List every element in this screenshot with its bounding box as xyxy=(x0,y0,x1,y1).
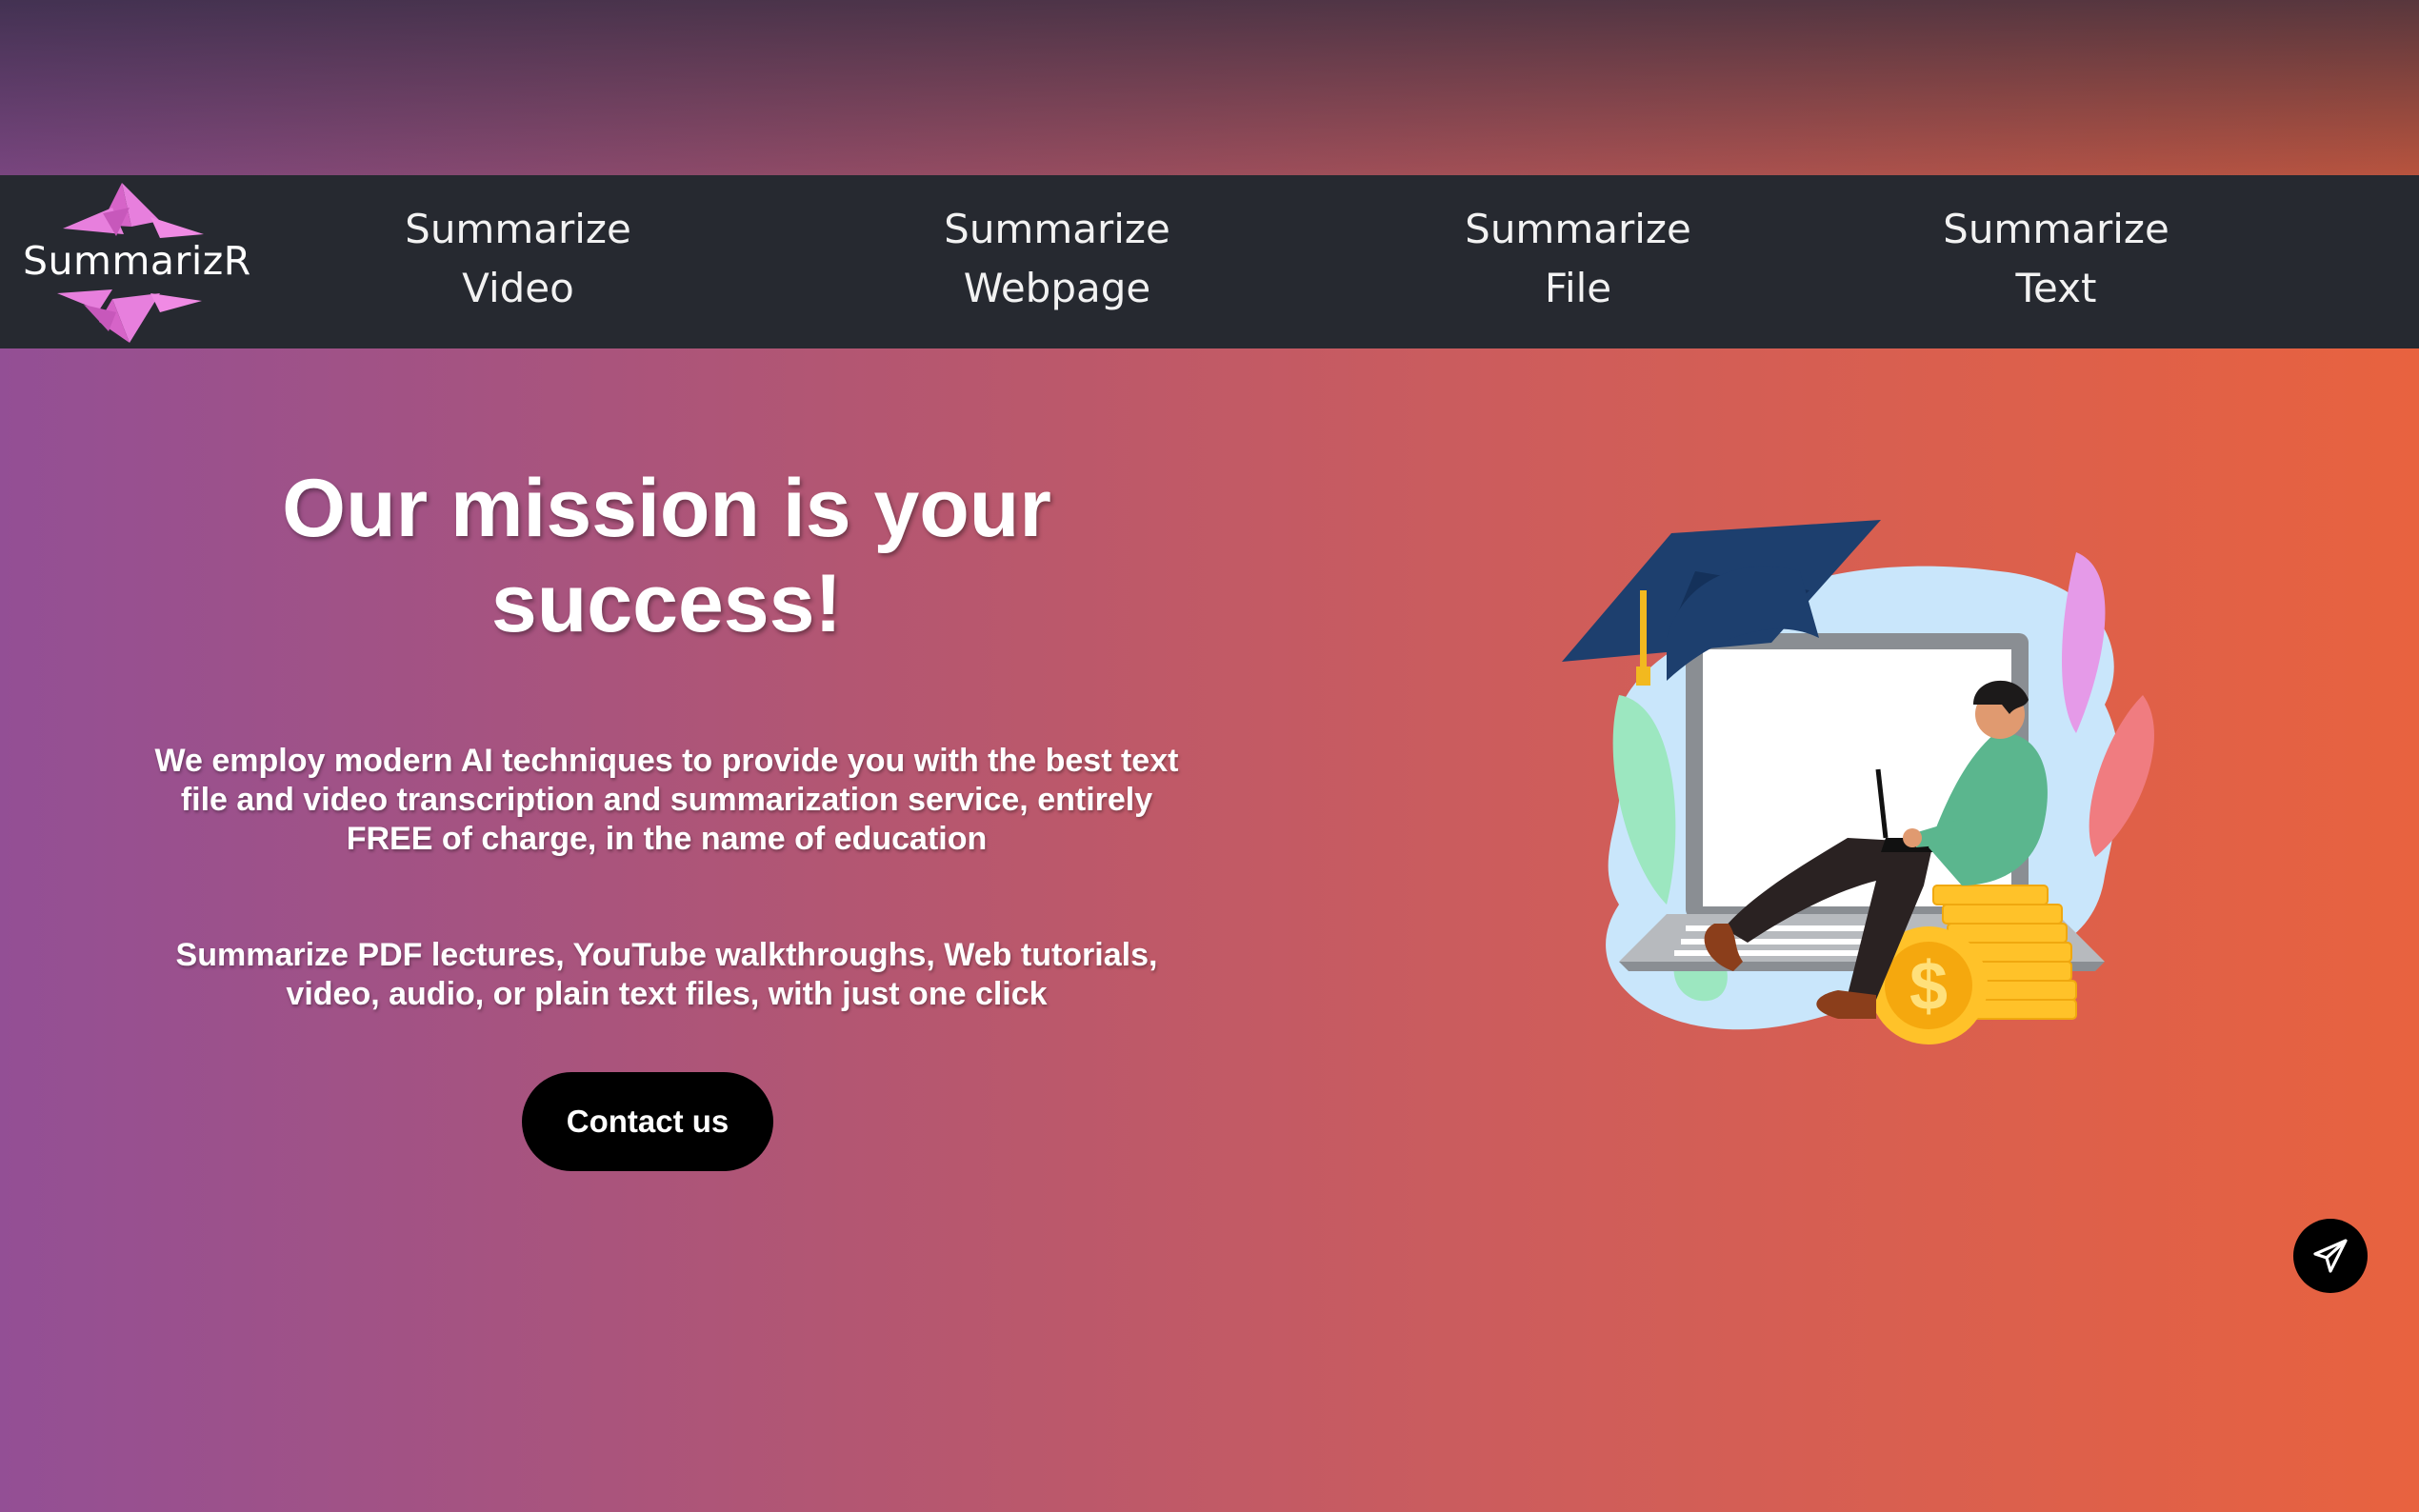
send-plane-icon xyxy=(2313,1239,2348,1273)
hero-description: We employ modern AI techniques to provid… xyxy=(114,742,1219,859)
features-line: Summarize PDF lectures, YouTube walkthro… xyxy=(175,937,1158,973)
description-line: file and video transcription and summari… xyxy=(180,782,1153,818)
nav-label-line1: Summarize xyxy=(944,206,1170,252)
send-message-button[interactable] xyxy=(2293,1219,2368,1293)
hero-title-line: success! xyxy=(490,558,843,649)
nav-label-line1: Summarize xyxy=(1943,206,2169,252)
navbar: SummarizR Summarize Video Summarize Webp… xyxy=(0,175,2419,348)
nav-summarize-video[interactable]: Summarize Video xyxy=(375,200,661,318)
nav-label-line1: Summarize xyxy=(405,206,631,252)
description-line: We employ modern AI techniques to provid… xyxy=(154,743,1179,779)
features-line: video, audio, or plain text files, with … xyxy=(286,976,1048,1012)
graduate-laptop-coins-illustration: $ xyxy=(1562,514,2171,1047)
nav-label-line2: Text xyxy=(2015,265,2097,311)
hero-title-line: Our mission is your xyxy=(282,463,1051,554)
nav-label-line2: File xyxy=(1544,265,1612,311)
nav-summarize-file[interactable]: Summarize File xyxy=(1435,200,1721,318)
nav-summarize-webpage[interactable]: Summarize Webpage xyxy=(914,200,1200,318)
contact-us-button[interactable]: Contact us xyxy=(522,1072,773,1171)
hero-features: Summarize PDF lectures, YouTube walkthro… xyxy=(114,936,1219,1014)
nav-label-line1: Summarize xyxy=(1465,206,1691,252)
nav-summarize-text[interactable]: Summarize Text xyxy=(1913,200,2199,318)
nav-label-line2: Webpage xyxy=(963,265,1151,311)
hero-title: Our mission is your success! xyxy=(190,461,1143,651)
nav-label-line2: Video xyxy=(462,265,574,311)
svg-text:$: $ xyxy=(1909,948,1948,1025)
brand-logo[interactable]: SummarizR xyxy=(17,179,250,345)
description-line: FREE of charge, in the name of education xyxy=(346,821,988,857)
brand-name: SummarizR xyxy=(23,238,251,284)
header-banner xyxy=(0,0,2419,175)
